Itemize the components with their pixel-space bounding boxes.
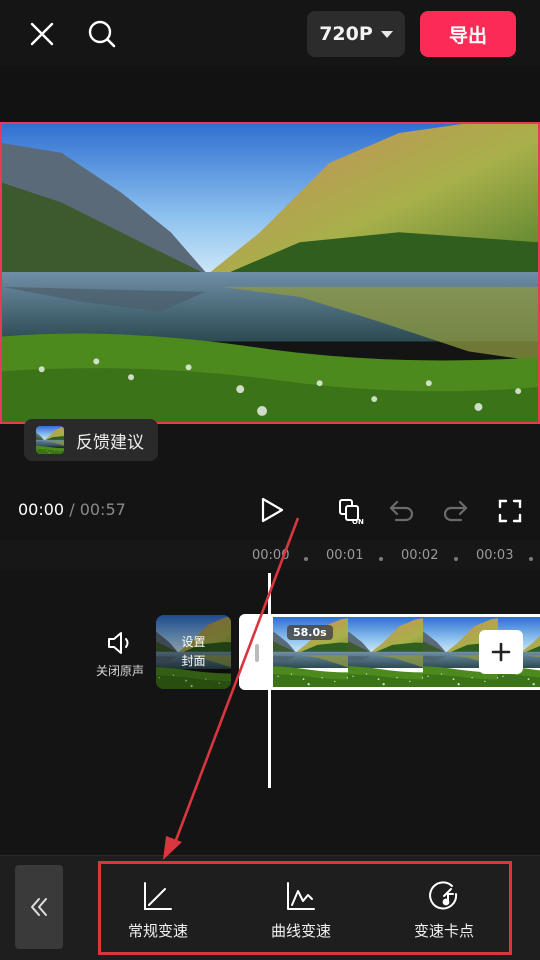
- double-chevron-left-icon: [31, 898, 47, 916]
- ruler-tick: 00:01: [326, 548, 364, 563]
- close-icon[interactable]: [22, 14, 62, 54]
- current-time: 00:00: [18, 500, 65, 519]
- time-display: 00:00 / 00:57: [18, 500, 126, 519]
- mute-original-audio-button[interactable]: 关闭原声: [90, 630, 150, 679]
- clip-duration-badge: 58.0s: [287, 625, 333, 640]
- speaker-icon: [108, 632, 129, 654]
- undo-icon[interactable]: [386, 494, 418, 528]
- ruler-tick: 00:03: [476, 548, 514, 563]
- ruler-dot: [304, 557, 308, 561]
- plus-icon: [491, 642, 511, 662]
- ruler-dot: [379, 557, 383, 561]
- collapse-button[interactable]: [15, 865, 63, 949]
- lock-on-icon[interactable]: ON: [336, 494, 368, 528]
- svg-text:ON: ON: [352, 518, 364, 526]
- caret-down-icon: [380, 30, 393, 38]
- mute-label: 关闭原声: [95, 664, 144, 678]
- cover-label-line1: 设置: [181, 635, 206, 649]
- export-button[interactable]: 导出: [420, 11, 516, 57]
- total-time: 00:57: [79, 500, 126, 519]
- ruler-dot: [454, 557, 458, 561]
- set-cover-button[interactable]: 设置 封面: [156, 615, 231, 689]
- clip-frame: [348, 617, 423, 687]
- play-icon[interactable]: [252, 490, 292, 530]
- feedback-button[interactable]: 反馈建议: [24, 419, 158, 461]
- redo-icon[interactable]: [439, 494, 471, 528]
- playhead[interactable]: [268, 573, 271, 788]
- timeline-ruler: 00:00 00:01 00:02 00:03: [0, 540, 540, 570]
- highlight-box: [98, 861, 512, 955]
- feedback-label: 反馈建议: [76, 432, 144, 453]
- fullscreen-icon[interactable]: [494, 494, 526, 528]
- ruler-dot: [529, 557, 533, 561]
- preview-image: [2, 124, 538, 422]
- video-preview[interactable]: [0, 122, 540, 424]
- resolution-select[interactable]: 720P: [307, 11, 405, 57]
- time-separator: /: [69, 500, 75, 519]
- resolution-value: 720P: [319, 23, 373, 45]
- ruler-tick: 00:00: [252, 548, 290, 563]
- add-clip-button[interactable]: [479, 630, 523, 674]
- ruler-tick: 00:02: [401, 548, 439, 563]
- feedback-thumbnail: [36, 426, 64, 454]
- search-icon[interactable]: [82, 14, 122, 54]
- top-spacer: [0, 66, 540, 122]
- cover-label-line2: 封面: [181, 654, 206, 668]
